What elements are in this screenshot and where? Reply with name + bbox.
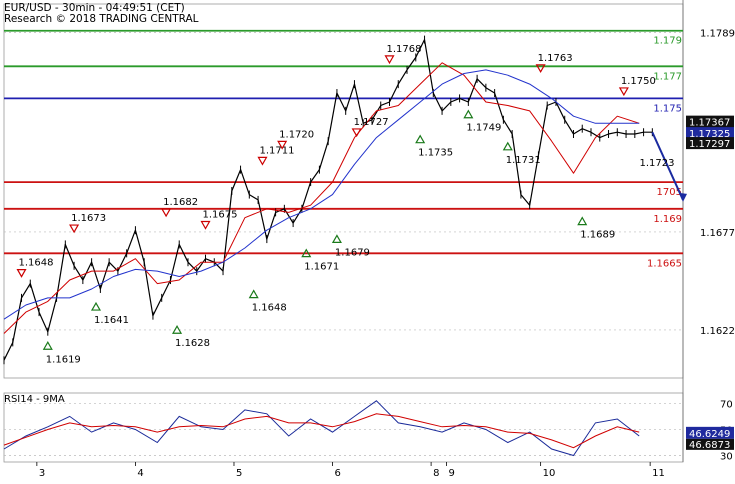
series-line-1 [3, 62, 640, 334]
low-marker [577, 216, 588, 226]
low-label: 1.1749 [466, 123, 501, 134]
projection-label: 1.1723 [640, 158, 675, 169]
rsi-panel: RSI14 - 9MA70503046.624946.6873 [3, 394, 734, 462]
high-label: 1.1768 [386, 44, 421, 55]
high-marker [16, 269, 27, 278]
low-marker [42, 341, 53, 350]
series-line-2 [3, 69, 640, 320]
date-label: 8 [433, 468, 439, 479]
high-label: 1.1675 [203, 210, 238, 221]
date-axis: 3 4 5 6 8 9 10 11 [36, 462, 665, 479]
low-label: 1.1628 [175, 338, 210, 349]
rsi-tick-label: 30 [720, 451, 733, 462]
high-label: 1.1711 [259, 145, 294, 156]
high-label: 1.1720 [279, 129, 314, 140]
price-tick-label: 1.1789 [700, 28, 735, 39]
rsi-ma-label: 46.6873 [689, 440, 730, 451]
current-price-label-dark1: 1.17367 [689, 118, 730, 129]
price-tick-label: 1.1677 [700, 228, 735, 239]
high-label: 1.1750 [621, 76, 656, 87]
low-marker [463, 109, 474, 119]
level-label: 1.175 [653, 103, 682, 114]
low-label: 1.1619 [46, 354, 81, 365]
high-label: 1.1682 [163, 197, 198, 208]
low-marker [331, 234, 342, 243]
low-label: 1.1689 [580, 230, 615, 241]
low-label: 1.1735 [418, 148, 453, 159]
rsi-current-label: 46.6249 [689, 429, 730, 440]
price-chart: 1.1791.1771.17517051.1691.1665 1.17231.1… [3, 0, 735, 479]
date-label: 6 [335, 468, 341, 479]
high-marker [257, 156, 268, 166]
high-label: 1.1648 [19, 258, 54, 269]
high-label: 1.1763 [538, 53, 573, 64]
level-label: 1.177 [653, 71, 682, 82]
level-label: 1.179 [653, 36, 682, 47]
high-marker [69, 224, 80, 234]
rsi-tick-label: 70 [720, 399, 733, 410]
date-label: 10 [543, 468, 556, 479]
high-marker [618, 87, 629, 97]
high-label: 1.1673 [71, 213, 106, 224]
date-label: 4 [137, 468, 143, 479]
header-copyright: Research © 2018 TRADING CENTRAL [4, 13, 199, 25]
date-label: 3 [39, 468, 45, 479]
low-label: 1.1679 [335, 247, 370, 258]
high-marker [384, 55, 395, 65]
date-label: 11 [652, 468, 665, 479]
level-label: 1.1665 [647, 258, 682, 269]
price-axis: 1.17891.16771.16221.173671.173251.17297 [686, 28, 735, 337]
level-label: 1.169 [653, 214, 682, 225]
chart-container: 1.179 1.177 1.175 1705 1.169 1.1665 1.1723 1.1… [0, 0, 735, 480]
date-label: 9 [448, 468, 454, 479]
low-marker [415, 134, 426, 144]
high-label: 1.1727 [354, 117, 389, 128]
low-marker [248, 289, 259, 299]
high-marker [351, 128, 362, 138]
annotations: 1.1723 1.1648 1.1619 1.1673 1.1641 1.1682 1.16… [16, 44, 675, 365]
low-label: 1.1648 [252, 303, 287, 314]
series-line-0 [3, 38, 653, 361]
low-label: 1.1731 [506, 155, 541, 166]
date-label: 5 [236, 468, 242, 479]
low-marker [90, 301, 102, 311]
high-marker [161, 208, 172, 218]
price-tick-label: 1.1622 [700, 326, 735, 337]
current-price-label-dark2: 1.17297 [689, 139, 730, 150]
low-label: 1.1671 [304, 262, 339, 273]
high-marker [200, 220, 211, 230]
rsi-line [3, 400, 640, 457]
low-label: 1.1641 [94, 315, 129, 326]
low-marker [502, 141, 513, 151]
